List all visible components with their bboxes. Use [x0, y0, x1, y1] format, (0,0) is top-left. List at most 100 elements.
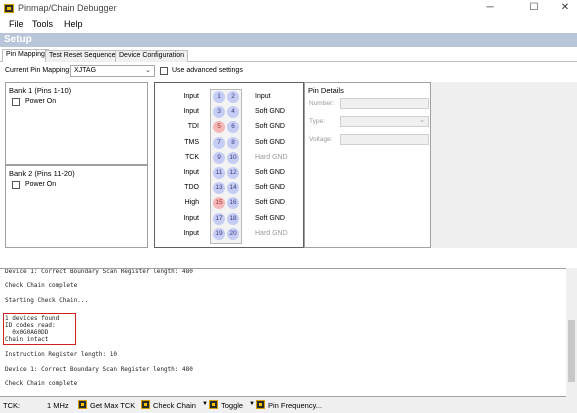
minimize-button[interactable]: ─ — [470, 1, 510, 15]
menu-file[interactable]: File — [6, 18, 27, 30]
check-chain-button[interactable]: Check Chain — [153, 401, 196, 410]
pin-details-panel: Pin Details Number: Type: ⌄ Voltage: — [304, 82, 431, 248]
log-line: Device 1: Correct Boundary Scan Register… — [5, 366, 193, 373]
pin-left-function: Input — [183, 108, 199, 116]
dropdown-arrow-icon[interactable]: ▼ — [249, 401, 255, 407]
bank-2-panel: Bank 2 (Pins 11-20) Power On — [5, 165, 148, 248]
log-line: Instruction Register length: 10 — [5, 351, 117, 358]
pin-right-function: Input — [255, 93, 271, 100]
pin-row[interactable]: TDI 5 6 Soft GND — [155, 120, 305, 135]
pin-number-even[interactable]: 14 — [227, 182, 239, 195]
get-max-icon — [78, 400, 87, 409]
pin-number-odd[interactable]: 15 — [213, 197, 225, 210]
pin-number-odd[interactable]: 13 — [213, 182, 225, 195]
advanced-settings-checkbox[interactable] — [160, 67, 168, 75]
pin-number-even[interactable]: 10 — [227, 151, 239, 164]
voltage-field[interactable] — [340, 134, 429, 145]
dropdown-arrow-icon[interactable]: ▼ — [202, 401, 208, 407]
pin-left-function: TMS — [184, 138, 199, 146]
pin-number-odd[interactable]: 17 — [213, 212, 225, 225]
menu-help[interactable]: Help — [61, 18, 86, 30]
pin-right-function: Soft GND — [255, 123, 285, 131]
pin-number-odd[interactable]: 5 — [213, 121, 225, 134]
bank-1-panel: Bank 1 (Pins 1-10) Power On — [5, 82, 148, 165]
pin-mapping-bar: Current Pin Mapping: XJTAG ⌄ Use advance… — [0, 64, 577, 78]
tab-test-reset-sequence[interactable]: Test Reset Sequence — [45, 50, 120, 62]
tab-strip: Pin Mapping Test Reset Sequence Device C… — [0, 49, 577, 62]
pin-right-function: Hard GND — [255, 229, 288, 237]
tck-label: TCK: — [3, 401, 21, 410]
log-line: Check Chain complete — [5, 282, 78, 289]
pin-mapping-value: XJTAG — [74, 67, 97, 74]
pin-left-function: TDI — [187, 123, 199, 131]
pin-left-function: Input — [183, 229, 199, 237]
log-line: Device 1: Correct Boundary Scan Register… — [5, 268, 193, 275]
chevron-down-icon: ⌄ — [419, 117, 425, 124]
pin-number-odd[interactable]: 7 — [213, 136, 225, 149]
check-chain-icon — [141, 400, 150, 409]
bank-1-title: Bank 1 (Pins 1-10) — [9, 86, 72, 95]
tab-pin-mapping[interactable]: Pin Mapping — [2, 49, 49, 62]
pin-number-even[interactable]: 4 — [227, 106, 239, 119]
pin-number-odd[interactable]: 1 — [213, 91, 225, 103]
highlight-box — [3, 313, 76, 345]
pin-number-odd[interactable]: 19 — [213, 227, 225, 240]
title-bar: Pinmap/Chain Debugger ─ ☐ ✕ — [0, 0, 577, 16]
pin-row[interactable]: Input 19 20 Hard GND — [155, 227, 305, 242]
scroll-thumb[interactable] — [568, 320, 575, 382]
menu-bar: File Tools Help — [0, 16, 577, 32]
chevron-down-icon: ⌄ — [145, 67, 151, 74]
pin-number-even[interactable]: 6 — [227, 121, 239, 134]
pin-number-odd[interactable]: 3 — [213, 106, 225, 119]
number-field[interactable] — [340, 98, 429, 109]
tab-device-configuration[interactable]: Device Configuration — [115, 50, 188, 62]
setup-title: Setup — [4, 34, 32, 45]
pin-row[interactable]: TDO 13 14 Soft GND — [155, 181, 305, 196]
pin-number-even[interactable]: 20 — [227, 227, 239, 240]
pin-number-odd[interactable]: 11 — [213, 167, 225, 179]
empty-area — [431, 82, 577, 248]
pin-left-function: Input — [183, 93, 199, 100]
pin-number-even[interactable]: 8 — [227, 136, 239, 149]
pin-row[interactable]: High 15 16 Soft GND — [155, 196, 305, 211]
bank-2-power-label: Power On — [25, 181, 57, 188]
pin-right-function: Soft GND — [255, 214, 285, 222]
log-scrollbar[interactable] — [566, 268, 577, 397]
log-line: Check Chain complete — [5, 380, 78, 387]
pin-row[interactable]: TCK 9 10 Hard GND — [155, 151, 305, 166]
setup-header: Setup — [0, 33, 577, 47]
pin-row[interactable]: Input 1 2 Input — [155, 90, 305, 105]
log-line: Starting Check Chain... — [5, 297, 89, 304]
pin-row[interactable]: Input 17 18 Soft GND — [155, 212, 305, 227]
toggle-button[interactable]: Toggle — [221, 401, 243, 410]
pin-left-function: TDO — [184, 184, 199, 192]
pin-number-even[interactable]: 12 — [227, 167, 239, 179]
pin-details-title: Pin Details — [308, 86, 344, 95]
advanced-settings-label: Use advanced settings — [172, 67, 243, 74]
bank-1-power-label: Power On — [25, 98, 57, 105]
pin-right-function: Hard GND — [255, 153, 288, 161]
bank-1-power-checkbox[interactable] — [12, 98, 20, 106]
pin-row[interactable]: Input 11 12 Soft GND — [155, 166, 305, 181]
type-select[interactable]: ⌄ — [340, 116, 429, 127]
tck-value[interactable]: 1 MHz — [47, 401, 69, 410]
pin-number-even[interactable]: 18 — [227, 212, 239, 225]
pin-mapping-select[interactable]: XJTAG ⌄ — [70, 65, 155, 77]
pin-frequency-icon — [256, 400, 265, 409]
pin-left-function: Input — [183, 169, 199, 176]
pin-number-odd[interactable]: 9 — [213, 151, 225, 164]
bank-2-power-checkbox[interactable] — [12, 181, 20, 189]
pin-row[interactable]: TMS 7 8 Soft GND — [155, 136, 305, 151]
pin-mapping-label: Current Pin Mapping: — [5, 67, 72, 74]
pin-frequency-button[interactable]: Pin Frequency... — [268, 401, 322, 410]
menu-tools[interactable]: Tools — [29, 18, 56, 30]
pin-right-function: Soft GND — [255, 138, 285, 146]
close-button[interactable]: ✕ — [545, 1, 577, 15]
get-max-tck-button[interactable]: Get Max TCK — [90, 401, 135, 410]
toggle-icon — [209, 400, 218, 409]
pin-left-function: TCK — [185, 153, 199, 161]
pin-row[interactable]: Input 3 4 Soft GND — [155, 105, 305, 120]
pin-right-function: Soft GND — [255, 108, 285, 116]
pin-number-even[interactable]: 2 — [227, 91, 239, 103]
pin-number-even[interactable]: 16 — [227, 197, 239, 210]
